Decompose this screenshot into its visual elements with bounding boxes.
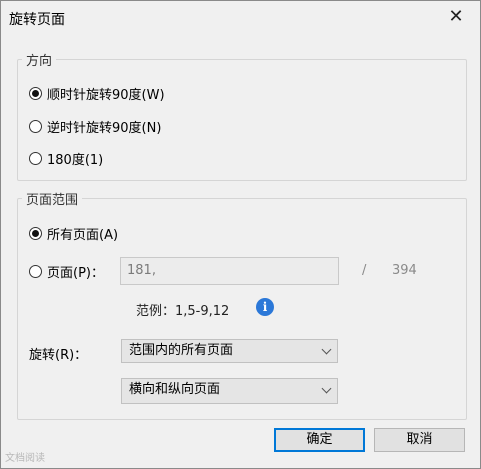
radio-counterclockwise[interactable]: 逆时针旋转90度(N) xyxy=(29,117,161,136)
rotate-label: 旋转(R)： xyxy=(29,348,88,363)
radio-clockwise[interactable]: 顺时针旋转90度(W) xyxy=(29,84,165,103)
watermark: 文档阅读 xyxy=(5,453,45,464)
radio-icon[interactable] xyxy=(29,152,42,165)
cancel-button[interactable]: 取消 xyxy=(374,428,465,452)
radio-pages[interactable]: 页面(P)： xyxy=(29,262,104,281)
range-example-text: 范例：1,5-9,12 xyxy=(136,304,230,319)
radio-all-pages[interactable]: 所有页面(A) xyxy=(29,224,118,243)
rotate-scope-select[interactable]: 范围内的所有页面 xyxy=(121,339,338,363)
rotate-pages-dialog: 旋转页面 ✕ 方向 顺时针旋转90度(W) 逆时针旋转90度(N) 180度(1… xyxy=(0,0,481,469)
radio-180-label: 180度(1) xyxy=(47,153,104,168)
page-range-input[interactable]: 181, xyxy=(120,257,339,285)
radio-icon[interactable] xyxy=(29,265,42,278)
radio-all-pages-label: 所有页面(A) xyxy=(47,228,119,243)
orientation-select[interactable]: 横向和纵向页面 xyxy=(121,378,338,404)
radio-clockwise-label: 顺时针旋转90度(W) xyxy=(47,88,165,103)
page-total: 394 xyxy=(392,263,417,278)
radio-pages-label: 页面(P)： xyxy=(47,266,104,281)
ok-button[interactable]: 确定 xyxy=(274,428,365,452)
chevron-down-icon xyxy=(321,383,332,394)
radio-icon-checked[interactable] xyxy=(29,87,42,100)
radio-180[interactable]: 180度(1) xyxy=(29,149,103,168)
rotate-scope-select-value: 范围内的所有页面 xyxy=(129,343,234,358)
orientation-select-value: 横向和纵向页面 xyxy=(129,382,221,397)
radio-icon[interactable] xyxy=(29,120,42,133)
page-range-group-label: 页面范围 xyxy=(22,189,83,208)
close-icon[interactable]: ✕ xyxy=(446,7,466,27)
radio-icon-checked[interactable] xyxy=(29,227,42,240)
dialog-title: 旋转页面 xyxy=(9,12,65,28)
info-icon[interactable]: i xyxy=(256,298,274,316)
page-separator: / xyxy=(362,263,367,278)
radio-counterclockwise-label: 逆时针旋转90度(N) xyxy=(47,121,162,136)
chevron-down-icon xyxy=(321,344,332,355)
direction-group-label: 方向 xyxy=(22,50,57,69)
